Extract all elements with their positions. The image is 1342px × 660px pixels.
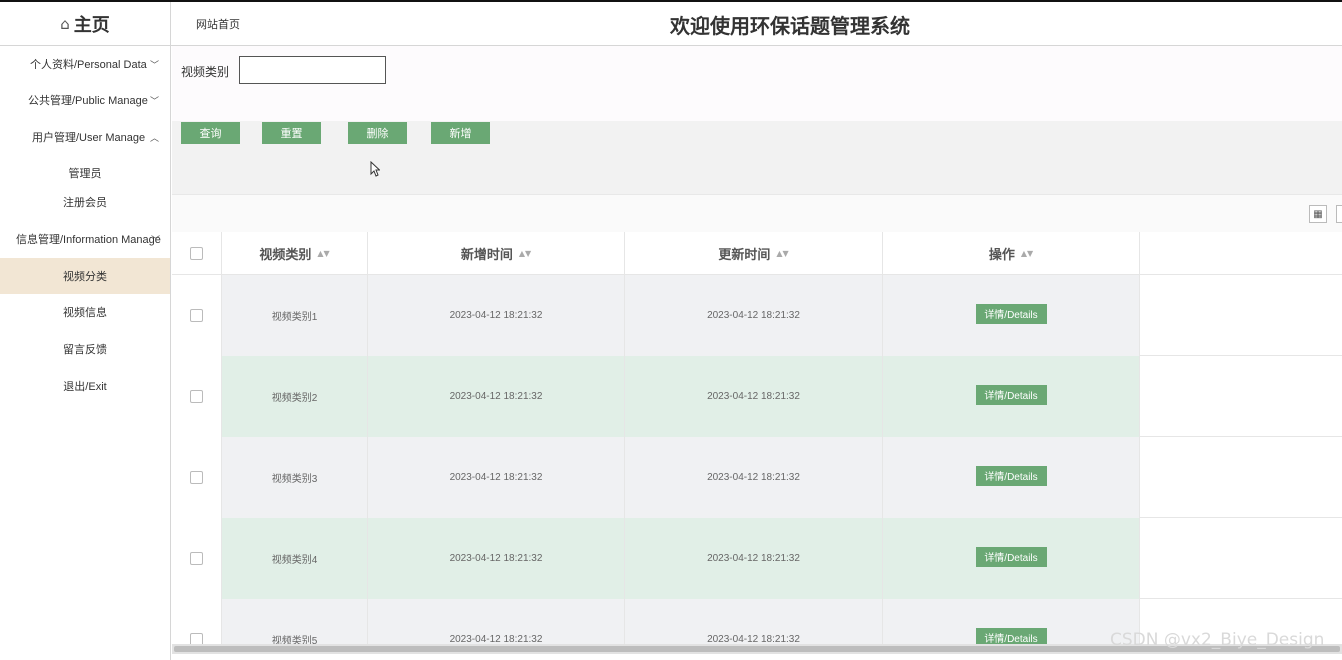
sort-icon[interactable]: ▲▼ — [1021, 249, 1033, 258]
category-search-input[interactable] — [239, 56, 386, 84]
sidebar-item-video-info[interactable]: 视频信息 — [0, 294, 170, 330]
sidebar-group-label: 个人资料/Personal Data — [30, 59, 147, 71]
export-icon[interactable] — [1336, 205, 1342, 223]
cell-actions: 详情/Details — [883, 599, 1140, 644]
search-bar: 视频类别 — [172, 46, 1342, 121]
cell-category: 视频类别3 — [222, 437, 368, 518]
row-checkbox-cell — [172, 275, 222, 356]
query-button[interactable]: 查询 — [181, 122, 240, 144]
table-row: 视频类别2 2023-04-12 18:21:32 2023-04-12 18:… — [172, 356, 1342, 437]
details-button[interactable]: 详情/Details — [975, 384, 1047, 405]
table-toolbar: ▦ — [172, 194, 1342, 232]
header-checkbox-cell — [172, 232, 222, 275]
sidebar-item-video-category[interactable]: 视频分类 — [0, 258, 170, 294]
row-checkbox[interactable] — [190, 633, 203, 644]
sidebar-group-label: 公共管理/Public Manage — [28, 95, 148, 107]
sidebar-group-personal-data[interactable]: 个人资料/Personal Data ﹀ — [0, 46, 170, 82]
site-home-link[interactable]: 网站首页 — [196, 16, 240, 32]
cell-actions: 详情/Details — [883, 518, 1140, 599]
row-checkbox[interactable] — [190, 471, 203, 484]
cell-updated: 2023-04-12 18:21:32 — [625, 437, 883, 518]
row-checkbox-cell — [172, 356, 222, 437]
sort-icon[interactable]: ▲▼ — [519, 249, 531, 258]
column-filter-icon[interactable]: ▦ — [1309, 205, 1327, 223]
watermark: CSDN @vx2_Biye_Design — [1110, 630, 1325, 650]
cell-created: 2023-04-12 18:21:32 — [368, 599, 625, 644]
home-icon: ⌂ — [60, 14, 70, 33]
row-checkbox-cell — [172, 518, 222, 599]
search-label: 视频类别 — [181, 65, 230, 79]
cell-actions: 详情/Details — [883, 356, 1140, 437]
column-header-label: 新增时间 — [460, 247, 513, 262]
delete-button[interactable]: 删除 — [348, 122, 407, 144]
column-header-created[interactable]: 新增时间 ▲▼ — [368, 232, 625, 275]
cell-created: 2023-04-12 18:21:32 — [368, 518, 625, 599]
sidebar-group-information-manage[interactable]: 信息管理/Information Manage ﹀ — [0, 221, 170, 257]
chevron-down-icon: ﹀ — [151, 235, 161, 246]
sidebar-item-members[interactable]: 注册会员 — [0, 184, 170, 220]
header: ⌂ 主页 网站首页 欢迎使用环保话题管理系统 — [0, 2, 1342, 46]
cell-updated: 2023-04-12 18:21:32 — [625, 599, 883, 644]
cell-category: 视频类别1 — [222, 275, 368, 356]
table-row: 视频类别4 2023-04-12 18:21:32 2023-04-12 18:… — [172, 518, 1342, 599]
mouse-cursor-icon — [370, 161, 380, 177]
sidebar-group-label: 用户管理/User Manage — [32, 132, 146, 144]
select-all-checkbox[interactable] — [190, 247, 203, 260]
sidebar: 个人资料/Personal Data ﹀ 公共管理/Public Manage … — [0, 46, 171, 660]
details-button[interactable]: 详情/Details — [975, 546, 1047, 567]
data-table: 视频类别 ▲▼ 新增时间 ▲▼ 更新时间 ▲▼ 操作 ▲▼ 视频类别1 2023-04-… — [172, 232, 1342, 644]
home-label: 主页 — [73, 14, 110, 35]
sidebar-item-exit[interactable]: 退出/Exit — [0, 368, 170, 404]
sort-icon[interactable]: ▲▼ — [317, 249, 329, 258]
cell-category: 视频类别5 — [222, 599, 368, 644]
sidebar-group-label: 信息管理/Information Manage — [16, 234, 161, 246]
row-checkbox[interactable] — [190, 309, 203, 322]
table-row: 视频类别3 2023-04-12 18:21:32 2023-04-12 18:… — [172, 437, 1342, 518]
cell-category: 视频类别2 — [222, 356, 368, 437]
column-header-label: 操作 — [988, 247, 1015, 262]
sort-icon[interactable]: ▲▼ — [776, 249, 788, 258]
sidebar-group-user-manage[interactable]: 用户管理/User Manage ︿ — [0, 119, 170, 155]
column-header-label: 更新时间 — [718, 247, 771, 262]
cell-updated: 2023-04-12 18:21:32 — [625, 518, 883, 599]
system-title: 欢迎使用环保话题管理系统 — [670, 16, 910, 38]
add-button[interactable]: 新增 — [431, 122, 490, 144]
cell-category: 视频类别4 — [222, 518, 368, 599]
cell-updated: 2023-04-12 18:21:32 — [625, 356, 883, 437]
details-button[interactable]: 详情/Details — [975, 627, 1047, 644]
table-row: 视频类别1 2023-04-12 18:21:32 2023-04-12 18:… — [172, 275, 1342, 356]
chevron-down-icon: ﹀ — [150, 96, 160, 107]
column-header-label: 视频类别 — [259, 247, 312, 262]
chevron-down-icon: ﹀ — [150, 60, 160, 71]
action-area: 查询 重置 删除 新增 — [172, 121, 1342, 194]
details-button[interactable]: 详情/Details — [975, 465, 1047, 486]
row-checkbox[interactable] — [190, 552, 203, 565]
column-header-category[interactable]: 视频类别 ▲▼ — [222, 232, 368, 275]
chevron-up-icon: ︿ — [150, 133, 160, 144]
details-button[interactable]: 详情/Details — [975, 303, 1047, 324]
table-header: 视频类别 ▲▼ 新增时间 ▲▼ 更新时间 ▲▼ 操作 ▲▼ — [172, 232, 1342, 275]
cell-created: 2023-04-12 18:21:32 — [368, 275, 625, 356]
row-checkbox[interactable] — [190, 390, 203, 403]
row-checkbox-cell — [172, 599, 222, 644]
cell-actions: 详情/Details — [883, 437, 1140, 518]
row-checkbox-cell — [172, 437, 222, 518]
cell-created: 2023-04-12 18:21:32 — [368, 356, 625, 437]
home-link[interactable]: ⌂ 主页 — [0, 2, 171, 45]
sidebar-item-feedback[interactable]: 留言反馈 — [0, 331, 170, 367]
column-header-actions[interactable]: 操作 ▲▼ — [883, 232, 1140, 275]
cell-actions: 详情/Details — [883, 275, 1140, 356]
cell-created: 2023-04-12 18:21:32 — [368, 437, 625, 518]
column-header-updated[interactable]: 更新时间 ▲▼ — [625, 232, 883, 275]
reset-button[interactable]: 重置 — [262, 122, 321, 144]
sidebar-group-public-manage[interactable]: 公共管理/Public Manage ﹀ — [0, 82, 170, 118]
cell-updated: 2023-04-12 18:21:32 — [625, 275, 883, 356]
